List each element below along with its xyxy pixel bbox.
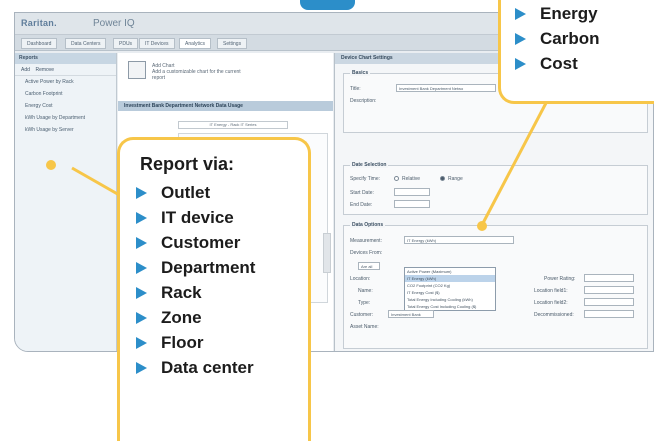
list-item: Energy [515,1,600,26]
list-item: Cost [515,51,600,76]
list-item-label: Department [161,257,256,277]
list-item-label: Customer [161,232,241,252]
list-item: Carbon [515,26,600,51]
triangle-arrow-right-icon [515,7,526,20]
triangle-arrow-right-icon [136,361,147,374]
list-item-label: IT device [161,207,234,227]
measurement-list: Energy Carbon Cost [515,1,600,76]
left-connector-dot [46,160,56,170]
list-item: Customer [136,230,255,255]
list-item-label: Data center [161,357,254,377]
triangle-arrow-right-icon [136,336,147,349]
triangle-arrow-right-icon [136,286,147,299]
list-item-label: Zone [161,307,202,327]
right-connector-line [480,102,548,226]
right-connector-dot [477,221,487,231]
triangle-arrow-right-icon [136,311,147,324]
triangle-arrow-right-icon [136,186,147,199]
triangle-arrow-right-icon [136,236,147,249]
list-item-label: Cost [540,53,578,73]
list-item: Zone [136,305,255,330]
report-via-callout: Report via: Outlet IT device Customer De… [117,137,311,441]
list-item-label: Floor [161,332,204,352]
triangle-arrow-right-icon [136,211,147,224]
list-item-label: Energy [540,3,598,23]
triangle-arrow-right-icon [136,261,147,274]
list-item-label: Carbon [540,28,600,48]
list-item: IT device [136,205,255,230]
list-item: Outlet [136,180,255,205]
list-item: Data center [136,355,255,380]
list-item: Floor [136,330,255,355]
list-item-label: Rack [161,282,202,302]
list-item: Department [136,255,255,280]
report-via-list: Outlet IT device Customer Department Rac… [136,180,255,380]
triangle-arrow-right-icon [515,57,526,70]
list-item-label: Outlet [161,182,211,202]
callout-title: Report via: [140,154,235,174]
measurement-callout: Energy Carbon Cost [498,0,654,104]
triangle-arrow-right-icon [515,32,526,45]
list-item: Rack [136,280,255,305]
